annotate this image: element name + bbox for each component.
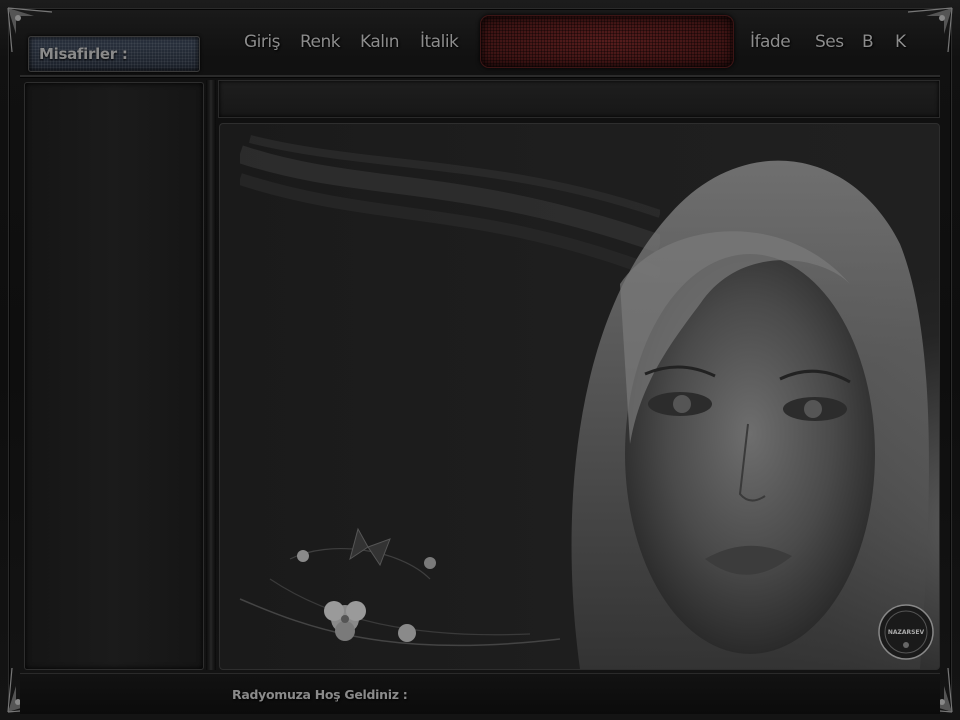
main-display-area: NAZARSEV — [219, 123, 940, 670]
nazarsev-logo-icon: NAZARSEV — [878, 604, 934, 660]
guest-list-panel[interactable] — [24, 82, 204, 670]
welcome-text: Radyomuza Hoş Geldiniz : — [232, 687, 408, 702]
b-button[interactable]: B — [862, 32, 874, 52]
bold-button[interactable]: Kalın — [360, 32, 400, 52]
header-divider — [20, 75, 940, 78]
k-button[interactable]: K — [895, 32, 906, 52]
portrait-image — [571, 160, 929, 669]
flower-icon — [324, 601, 366, 641]
emoji-button[interactable]: İfade — [750, 32, 791, 52]
sound-button[interactable]: Ses — [815, 32, 844, 52]
italic-button[interactable]: İtalik — [420, 32, 459, 52]
guests-box[interactable]: Misafirler : — [28, 36, 200, 72]
login-button[interactable]: Giriş — [244, 32, 280, 52]
color-button[interactable]: Renk — [300, 32, 341, 52]
floral-decoration — [239, 527, 561, 647]
footer-bar — [20, 673, 940, 714]
butterfly-icon — [349, 527, 391, 567]
vertical-separator — [206, 80, 216, 670]
corner-ornament-icon — [904, 4, 956, 56]
svg-text:NAZARSEV: NAZARSEV — [888, 629, 925, 636]
guests-label: Misafirler : — [39, 45, 128, 63]
message-bar[interactable] — [218, 80, 940, 118]
now-playing-display — [480, 15, 734, 68]
